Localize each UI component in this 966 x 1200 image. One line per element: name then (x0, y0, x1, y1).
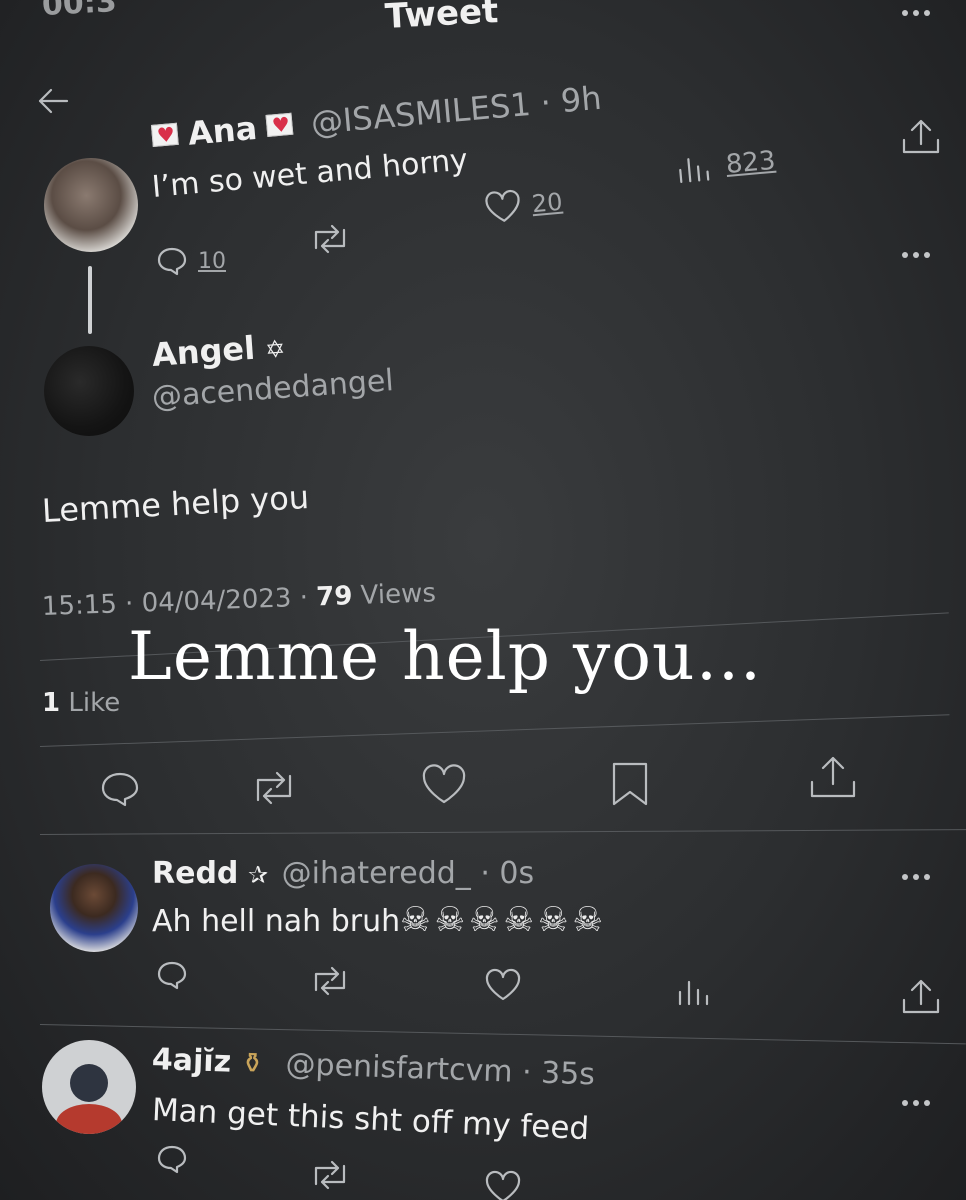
divider (39, 714, 950, 747)
heart-emoji-icon (265, 112, 294, 137)
like-button[interactable] (484, 1170, 522, 1200)
page-title: Tweet (384, 0, 500, 37)
avatar-figure (70, 1064, 108, 1102)
likes-label: Like (60, 688, 121, 718)
likes-summary[interactable]: 1 Like (42, 688, 120, 718)
user-name[interactable]: 4ajĭz (151, 1042, 231, 1080)
user-name-line: Angel ✡ (151, 327, 287, 374)
avatar-figure-body (56, 1104, 122, 1134)
divider (39, 829, 966, 835)
user-handle[interactable]: @ISASMILES1 (309, 85, 532, 142)
tweet-timestamp: 15:15 · 04/04/2023 · 79 Views (41, 578, 436, 622)
timestamp-text: 15:15 · 04/04/2023 · (41, 582, 317, 622)
like-button[interactable] (484, 968, 522, 1002)
share-icon[interactable] (898, 978, 944, 1018)
star-badge-icon: ✰ (247, 861, 269, 889)
reply-button[interactable] (100, 770, 140, 808)
pentagram-icon: ✡ (264, 334, 287, 365)
retweet-button[interactable] (310, 966, 350, 996)
reply-button[interactable]: 10 (156, 246, 226, 276)
more-options-icon[interactable] (902, 874, 930, 880)
reply-button[interactable] (156, 960, 188, 990)
more-options-icon[interactable] (902, 1100, 930, 1106)
user-name[interactable]: Ana (186, 109, 258, 153)
retweet-button[interactable] (310, 1160, 350, 1190)
views-button[interactable] (676, 976, 712, 1006)
reply-count: 10 (198, 248, 226, 274)
share-button[interactable] (806, 754, 860, 800)
view-count: 823 (724, 145, 777, 180)
retweet-button[interactable] (250, 770, 298, 806)
more-options-icon[interactable] (902, 10, 930, 16)
reply-button[interactable] (156, 1144, 188, 1174)
like-button[interactable]: 20 (483, 185, 564, 226)
tweet-header-line: Ana @ISASMILES1 · 9h (150, 79, 603, 156)
retweet-button[interactable] (310, 224, 350, 254)
avatar[interactable] (50, 864, 138, 952)
thread-line (88, 266, 92, 334)
divider (39, 1024, 966, 1045)
reply-header: Redd ✰ @ihateredd_ · 0s (152, 856, 534, 891)
reply-text-line: Ah hell nah bruh☠☠☠☠☠☠ (152, 900, 607, 940)
tweet-text: Lemme help you (41, 478, 310, 530)
reply-time: · 0s (480, 856, 535, 891)
user-name[interactable]: Redd (152, 856, 238, 891)
back-arrow-icon[interactable] (36, 86, 70, 116)
user-name[interactable]: Angel (151, 329, 257, 374)
avatar[interactable] (42, 1040, 136, 1134)
like-button[interactable] (420, 764, 468, 806)
heart-emoji-icon (150, 122, 179, 147)
more-options-icon[interactable] (902, 252, 930, 258)
urn-badge-icon: ⚱ (240, 1046, 265, 1080)
views-button[interactable]: 823 (675, 146, 777, 185)
avatar[interactable] (44, 158, 138, 252)
likes-count: 1 (42, 688, 61, 718)
views-count: 79 (315, 581, 353, 613)
like-count: 20 (530, 187, 564, 219)
user-handle[interactable]: @ihateredd_ (282, 856, 471, 891)
reply-time: · 35s (521, 1054, 596, 1093)
reply-header: 4ajĭz ⚱ @penisfartcvm · 35s (151, 1042, 595, 1092)
views-label: Views (351, 578, 437, 612)
reply-text: Ah hell nah bruh (152, 904, 401, 939)
reply-text: Man get this sht off my feed (151, 1092, 590, 1148)
overlay-caption: Lemme help you… (128, 618, 763, 695)
bookmark-button[interactable] (608, 760, 652, 808)
avatar[interactable] (44, 346, 134, 436)
share-icon[interactable] (898, 118, 944, 158)
status-time: 00:3 (41, 0, 118, 23)
tweet-time: · 9h (539, 78, 604, 122)
skull-emoji-icon: ☠☠☠☠☠☠ (400, 900, 607, 940)
user-handle[interactable]: @penisfartcvm (285, 1047, 513, 1090)
